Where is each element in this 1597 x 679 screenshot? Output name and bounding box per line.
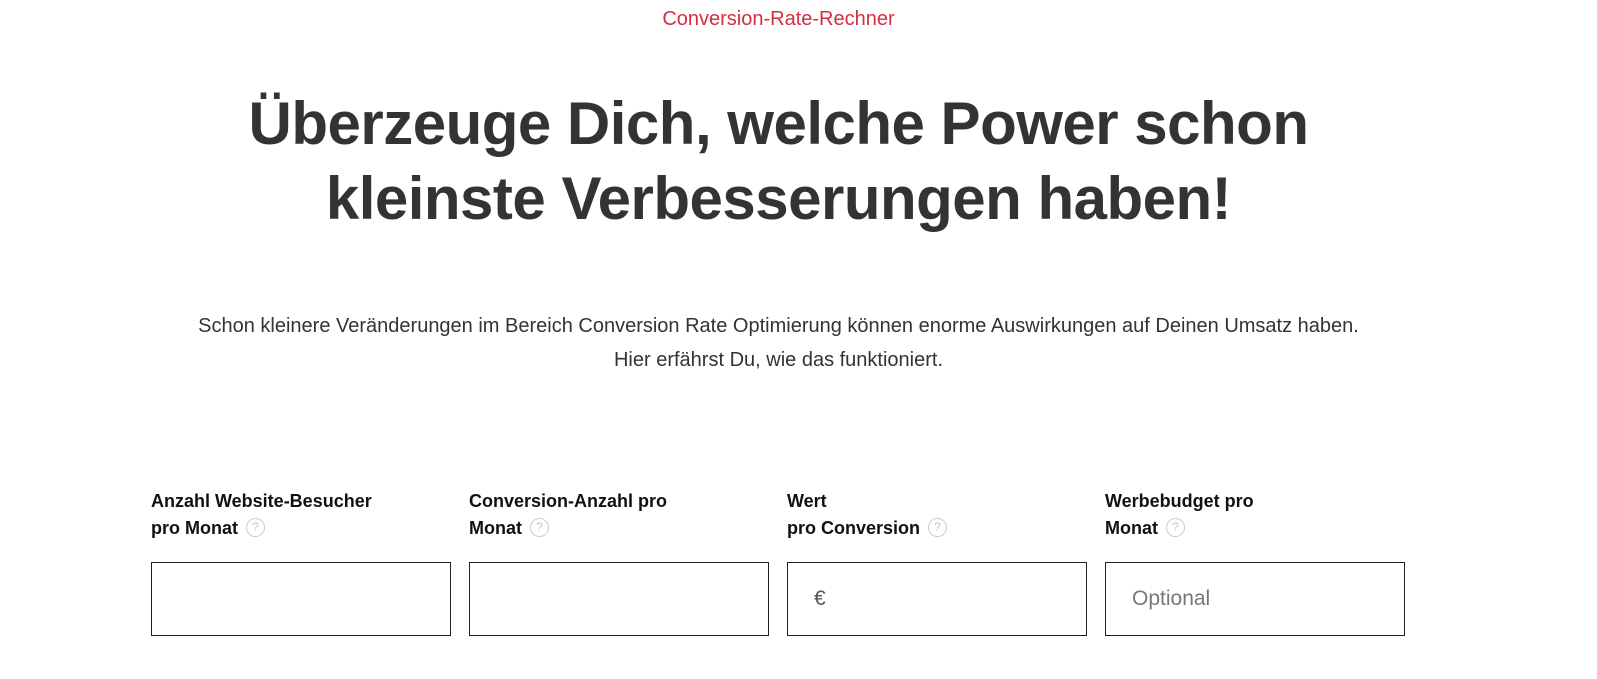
visitors-input[interactable] <box>152 563 450 635</box>
calculator-form: Anzahl Website-Besucher pro Monat? Conve… <box>151 488 1405 648</box>
conversions-label-line-2: Monat <box>469 518 522 538</box>
headline-line-2: kleinste Verbesserungen haben! <box>325 165 1232 232</box>
value-per-conversion-field: Wert pro Conversion? € <box>787 488 1087 636</box>
ad-budget-input[interactable] <box>1106 563 1404 635</box>
conversions-input[interactable] <box>470 563 768 635</box>
question-circle-icon[interactable]: ? <box>246 517 265 537</box>
visitors-label: Anzahl Website-Besucher pro Monat? <box>151 488 451 544</box>
ad-budget-label-line-2: Monat <box>1105 518 1158 538</box>
intro-text: Schon kleinere Veränderungen im Bereich … <box>0 309 1557 377</box>
visitors-field: Anzahl Website-Besucher pro Monat? <box>151 488 451 636</box>
visitors-label-line-2: pro Monat <box>151 518 238 538</box>
ad-budget-label-line-1: Werbebudget pro <box>1105 491 1254 511</box>
conversions-label: Conversion-Anzahl pro Monat? <box>469 488 769 544</box>
page: Conversion-Rate-Rechner Überzeuge Dich, … <box>0 0 1597 679</box>
visitors-input-box <box>151 562 451 636</box>
conversions-input-box <box>469 562 769 636</box>
question-circle-icon[interactable]: ? <box>1166 517 1185 537</box>
section-eyebrow: Conversion-Rate-Rechner <box>662 8 895 30</box>
question-circle-icon[interactable]: ? <box>530 517 549 537</box>
visitors-label-line-1: Anzahl Website-Besucher <box>151 491 372 511</box>
value-per-conversion-label: Wert pro Conversion? <box>787 488 1087 544</box>
ad-budget-input-box <box>1105 562 1405 636</box>
value-per-conversion-label-line-2: pro Conversion <box>787 518 921 538</box>
value-per-conversion-input-box: € <box>787 562 1087 636</box>
euro-icon: € <box>814 587 826 610</box>
intro-line-1: Schon kleinere Veränderungen im Bereich … <box>198 315 1359 337</box>
intro-line-2: Hier erfährst Du, wie das funktioniert. <box>613 349 944 371</box>
conversions-label-line-1: Conversion-Anzahl pro <box>469 491 668 511</box>
conversions-field: Conversion-Anzahl pro Monat? <box>469 488 769 636</box>
question-circle-icon[interactable]: ? <box>928 517 948 537</box>
value-per-conversion-label-line-1: Wert <box>787 491 827 511</box>
value-per-conversion-input[interactable] <box>788 563 1086 635</box>
ad-budget-label: Werbebudget pro Monat? <box>1105 488 1405 544</box>
ad-budget-field: Werbebudget pro Monat? <box>1105 488 1405 636</box>
headline-line-1: Überzeuge Dich, welche Power schon <box>248 90 1309 157</box>
page-headline: Überzeuge Dich, welche Power schon klein… <box>0 86 1557 236</box>
